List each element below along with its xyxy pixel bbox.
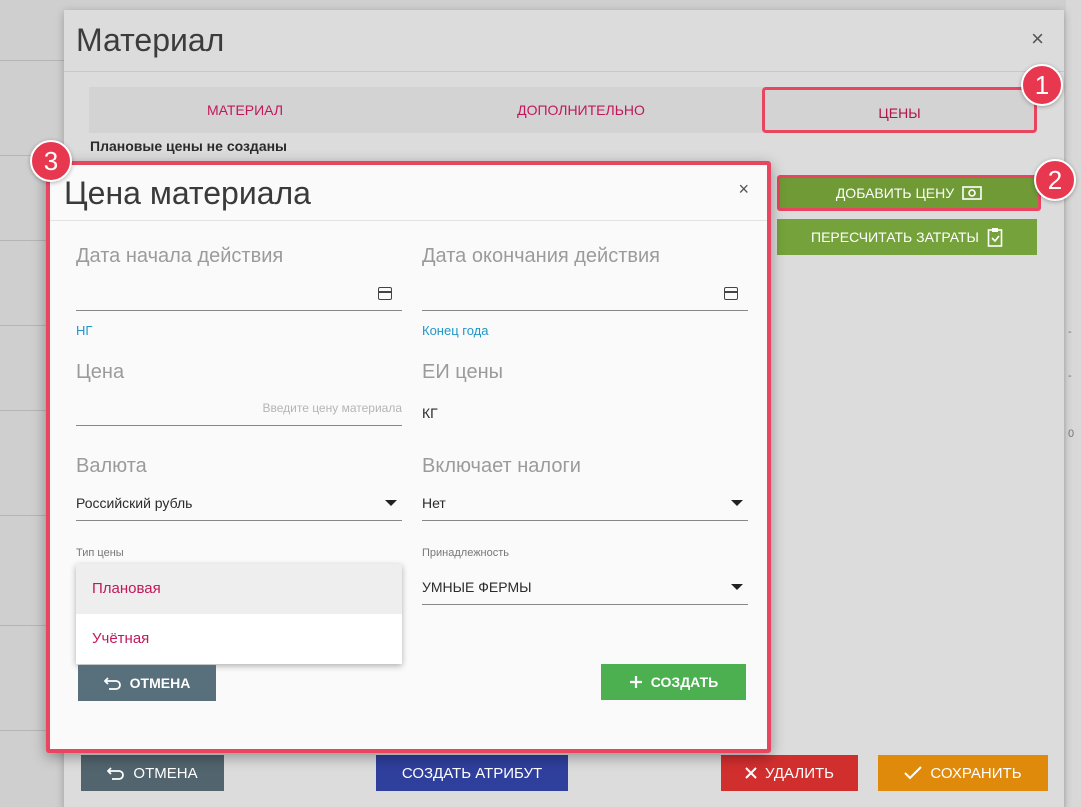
dropdown-arrow-icon bbox=[385, 500, 397, 506]
bg-right-column bbox=[1066, 0, 1081, 807]
save-button[interactable]: СОХРАНИТЬ bbox=[878, 755, 1048, 791]
includes-taxes-select[interactable]: Нет bbox=[422, 485, 748, 519]
material-dialog-title: Материал bbox=[76, 22, 225, 58]
dropdown-arrow-icon bbox=[731, 500, 743, 506]
dropdown-arrow-icon bbox=[731, 584, 743, 590]
create-attribute-button[interactable]: СОЗДАТЬ АТРИБУТ bbox=[376, 755, 568, 791]
delete-label: УДАЛИТЬ bbox=[765, 764, 834, 782]
add-price-button[interactable]: ДОБАВИТЬ ЦЕНУ bbox=[777, 175, 1041, 211]
price-label: Цена bbox=[76, 361, 125, 383]
annotation-badge-1: 1 bbox=[1021, 64, 1063, 106]
undo-icon bbox=[107, 766, 125, 780]
calendar-icon[interactable] bbox=[724, 287, 738, 300]
bg-cell-mark: - bbox=[1068, 370, 1072, 382]
end-date-hint: Конец года bbox=[422, 323, 489, 338]
price-type-option[interactable]: Учётная bbox=[76, 614, 402, 664]
includes-taxes-underline bbox=[422, 520, 748, 521]
modal-cancel-label: ОТМЕНА bbox=[129, 675, 191, 691]
price-type-label: Тип цены bbox=[76, 547, 124, 559]
start-date-input[interactable] bbox=[76, 275, 402, 313]
close-icon[interactable]: × bbox=[738, 179, 749, 200]
plus-icon bbox=[629, 675, 643, 689]
start-date-underline bbox=[76, 310, 402, 311]
price-type-dropdown: Плановая Учётная bbox=[76, 564, 402, 664]
modal-create-label: СОЗДАТЬ bbox=[650, 674, 719, 690]
ownership-value: УМНЫЕ ФЕРМЫ bbox=[422, 579, 532, 595]
modal-create-button[interactable]: СОЗДАТЬ bbox=[601, 664, 746, 700]
tab-bar: МАТЕРИАЛ ДОПОЛНИТЕЛЬНО ЦЕНЫ bbox=[89, 87, 1037, 133]
close-icon[interactable]: × bbox=[1031, 26, 1044, 52]
cancel-label: ОТМЕНА bbox=[133, 764, 198, 782]
save-label: СОХРАНИТЬ bbox=[930, 764, 1022, 782]
tab-additional[interactable]: ДОПОЛНИТЕЛЬНО bbox=[425, 87, 737, 133]
includes-taxes-label: Включает налоги bbox=[422, 455, 581, 477]
start-date-hint: НГ bbox=[76, 323, 93, 338]
start-date-label: Дата начала действия bbox=[76, 245, 284, 267]
includes-taxes-value: Нет bbox=[422, 495, 446, 511]
tab-prices[interactable]: ЦЕНЫ bbox=[762, 87, 1037, 133]
price-unit-label: ЕИ цены bbox=[422, 361, 504, 383]
end-date-underline bbox=[422, 310, 748, 311]
close-icon bbox=[745, 767, 757, 779]
bg-divider bbox=[0, 60, 64, 61]
recalculate-costs-button[interactable]: ПЕРЕСЧИТАТЬ ЗАТРАТЫ bbox=[777, 219, 1037, 255]
material-dialog-header: Материал × bbox=[64, 10, 1064, 72]
ownership-label: Принадлежность bbox=[422, 547, 510, 559]
modal-cancel-button[interactable]: ОТМЕНА bbox=[78, 665, 216, 701]
recalculate-costs-label: ПЕРЕСЧИТАТЬ ЗАТРАТЫ bbox=[811, 229, 979, 245]
modal-header: Цена материала × bbox=[50, 165, 767, 221]
undo-icon bbox=[103, 676, 122, 690]
check-icon bbox=[904, 766, 923, 780]
end-date-label: Дата окончания действия bbox=[422, 245, 661, 267]
delete-button[interactable]: УДАЛИТЬ bbox=[721, 755, 858, 791]
price-input[interactable]: Введите цену материала bbox=[76, 391, 402, 425]
add-price-label: ДОБАВИТЬ ЦЕНУ bbox=[835, 185, 955, 201]
currency-label: Валюта bbox=[76, 455, 147, 477]
cancel-button[interactable]: ОТМЕНА bbox=[81, 755, 224, 791]
currency-value: Российский рубль bbox=[76, 495, 193, 511]
tab-material[interactable]: МАТЕРИАЛ bbox=[89, 87, 401, 133]
price-unit-value: КГ bbox=[422, 405, 438, 421]
bg-cell-mark: - bbox=[1068, 326, 1072, 338]
annotation-badge-3: 3 bbox=[30, 140, 72, 182]
price-underline bbox=[76, 425, 402, 426]
clipboard-icon bbox=[987, 227, 1003, 247]
price-type-option[interactable]: Плановая bbox=[76, 564, 402, 614]
price-placeholder: Введите цену материала bbox=[262, 401, 402, 415]
currency-select[interactable]: Российский рубль bbox=[76, 485, 402, 519]
bg-cell-mark: 0 bbox=[1068, 428, 1075, 440]
ownership-select[interactable]: УМНЫЕ ФЕРМЫ bbox=[422, 569, 748, 603]
calendar-icon[interactable] bbox=[378, 287, 392, 300]
end-date-input[interactable] bbox=[422, 275, 748, 313]
annotation-badge-2: 2 bbox=[1034, 159, 1076, 201]
money-icon bbox=[962, 186, 982, 200]
ownership-underline bbox=[422, 604, 748, 605]
material-price-modal: Цена материала × Дата начала действия НГ… bbox=[46, 161, 771, 753]
no-planned-prices-note: Плановые цены не созданы bbox=[90, 138, 288, 154]
modal-title: Цена материала bbox=[64, 175, 311, 211]
currency-underline bbox=[76, 520, 402, 521]
